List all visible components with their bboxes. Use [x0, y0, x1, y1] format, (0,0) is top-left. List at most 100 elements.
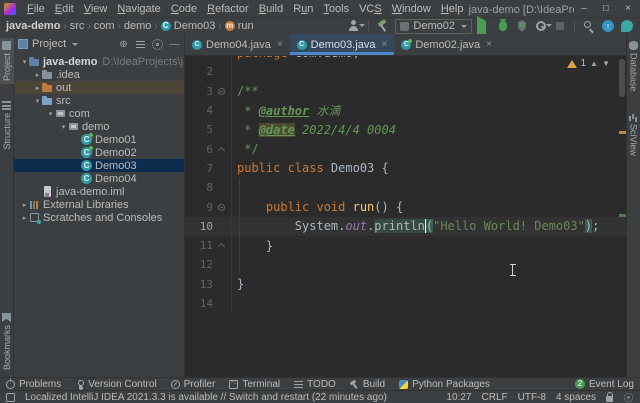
tree-row-demo01[interactable]: CDemo01 [14, 133, 184, 146]
maximize-button[interactable]: □ [596, 1, 616, 17]
indent-setting[interactable]: 4 spaces [556, 392, 596, 403]
tool-stripe-project[interactable]: Project [0, 38, 14, 84]
tool-stripe-sciview[interactable]: SciView [627, 109, 640, 159]
project-panel-title[interactable]: Project [32, 38, 66, 50]
menu-window[interactable]: Window [387, 3, 436, 15]
code-line-5[interactable]: 5 * @date 2022/4/4 0004 [185, 120, 626, 139]
readonly-lock-icon[interactable] [606, 396, 613, 402]
close-icon[interactable]: × [277, 39, 283, 50]
tree-chevron-icon[interactable]: ▾ [59, 123, 68, 131]
editor-content[interactable]: 1package com.demo;23/**4 * @author 水滴5 *… [185, 56, 626, 377]
tool-stripe-structure[interactable]: Structure [0, 98, 14, 153]
tree-row-demo04[interactable]: CDemo04 [14, 172, 184, 185]
status-message[interactable]: Localized IntelliJ IDEA 2021.3.3 is avai… [25, 392, 387, 403]
run-configuration-select[interactable]: Demo02 [395, 19, 472, 34]
profiler-button[interactable] [534, 19, 548, 33]
menu-navigate[interactable]: Navigate [112, 3, 165, 15]
code-line-2[interactable]: 2 [185, 62, 626, 81]
close-button[interactable]: × [618, 1, 638, 17]
tree-chevron-icon[interactable]: ▾ [20, 58, 29, 66]
tree-chevron-icon[interactable]: ▸ [20, 214, 29, 222]
tab-demo03-java[interactable]: CDemo03.java× [290, 34, 395, 55]
breadcrumb-item-com[interactable]: com [94, 20, 115, 32]
menu-code[interactable]: Code [166, 3, 202, 15]
code-line-13[interactable]: 13} [185, 275, 626, 294]
fold-marker-icon[interactable] [213, 204, 229, 211]
menu-file[interactable]: File [22, 3, 50, 15]
tree-chevron-icon[interactable]: ▸ [33, 84, 42, 92]
menu-run[interactable]: Run [288, 3, 318, 15]
minimize-button[interactable]: – [574, 1, 594, 17]
gear-icon[interactable] [152, 39, 163, 50]
toolwindow-version-control[interactable]: Version Control [75, 379, 156, 390]
error-stripe-identifier-mark[interactable] [619, 214, 626, 217]
tree-row-scratches-and-consoles[interactable]: ▸Scratches and Consoles [14, 211, 184, 224]
close-icon[interactable]: × [382, 39, 388, 50]
toolwindow-python-packages[interactable]: Python Packages [399, 379, 490, 390]
event-log-button[interactable]: 2 Event Log [575, 379, 634, 390]
code-line-9[interactable]: 9 public void run() { [185, 197, 626, 216]
tree-row-src[interactable]: ▾src [14, 94, 184, 107]
tree-row-idea[interactable]: ▸.idea [14, 68, 184, 81]
toolwindow-profiler[interactable]: Profiler [171, 379, 216, 390]
menu-view[interactable]: View [79, 3, 113, 15]
toolwindow-build[interactable]: Build [350, 379, 385, 390]
menu-tools[interactable]: Tools [318, 3, 354, 15]
breadcrumb-item-demo[interactable]: demo [124, 20, 152, 32]
fold-marker-icon[interactable] [213, 242, 229, 249]
code-line-14[interactable]: 14 [185, 294, 626, 313]
error-stripe-warning-mark[interactable] [619, 131, 626, 134]
inspection-widget[interactable]: 1 ▲ ▼ [567, 58, 610, 69]
next-warning-icon[interactable]: ▼ [602, 59, 610, 68]
settings-gear-icon[interactable] [624, 392, 633, 401]
update-available-icon[interactable]: ↑ [601, 19, 615, 33]
toolwindow-terminal[interactable]: Terminal [229, 379, 280, 390]
line-separator[interactable]: CRLF [482, 392, 508, 403]
fold-marker-icon[interactable] [213, 88, 229, 95]
code-line-10[interactable]: 10 System.out.println("Hello World! Demo… [185, 217, 626, 236]
toolwindow-todo[interactable]: TODO [294, 379, 336, 390]
tree-row-out[interactable]: ▸out [14, 81, 184, 94]
tree-chevron-icon[interactable]: ▸ [33, 71, 42, 79]
code-with-me-icon[interactable] [620, 19, 634, 33]
tree-row-java-demo-iml[interactable]: java-demo.iml [14, 185, 184, 198]
code-line-3[interactable]: 3/** [185, 82, 626, 101]
run-button[interactable] [477, 19, 491, 33]
tree-row-java-demo[interactable]: ▾java-demoD:\IdeaProjects\java-demo [14, 55, 184, 68]
tool-stripe-bookmarks[interactable]: Bookmarks [0, 310, 14, 373]
breadcrumb-item-src[interactable]: src [70, 20, 85, 32]
debug-button[interactable] [496, 19, 510, 33]
build-hammer-icon[interactable] [376, 19, 390, 33]
menu-help[interactable]: Help [436, 3, 469, 15]
hide-panel-icon[interactable]: — [169, 39, 180, 50]
close-icon[interactable]: × [486, 39, 492, 50]
menu-refactor[interactable]: Refactor [202, 3, 254, 15]
menu-build[interactable]: Build [254, 3, 288, 15]
chevron-down-icon[interactable] [72, 43, 78, 46]
breadcrumb-item-run[interactable]: mrun [225, 20, 254, 32]
menu-vcs[interactable]: VCS [354, 3, 387, 15]
intellij-logo-icon[interactable] [4, 3, 16, 15]
code-line-12[interactable]: 12 [185, 255, 626, 274]
code-line-6[interactable]: 6 */ [185, 139, 626, 158]
fold-marker-icon[interactable] [213, 146, 229, 153]
prev-warning-icon[interactable]: ▲ [590, 59, 598, 68]
editor-scrollbar[interactable] [619, 59, 625, 97]
search-everywhere-icon[interactable] [582, 19, 596, 33]
locate-file-icon[interactable]: ⊕ [118, 39, 129, 50]
menu-edit[interactable]: Edit [50, 3, 79, 15]
tool-stripe-database[interactable]: Database [627, 38, 640, 95]
coverage-button[interactable] [515, 19, 529, 33]
profile-icon[interactable] [347, 19, 361, 33]
tab-demo04-java[interactable]: CDemo04.java× [185, 34, 290, 55]
caret-position[interactable]: 10:27 [446, 392, 471, 403]
tree-row-external-libraries[interactable]: ▸External Libraries [14, 198, 184, 211]
code-line-4[interactable]: 4 * @author 水滴 [185, 101, 626, 120]
code-line-11[interactable]: 11 } [185, 236, 626, 255]
tab-demo02-java[interactable]: CDemo02.java× [394, 34, 499, 55]
tree-row-demo02[interactable]: CDemo02 [14, 146, 184, 159]
tree-chevron-icon[interactable]: ▸ [20, 201, 29, 209]
code-line-7[interactable]: 7public class Demo03 { [185, 159, 626, 178]
breadcrumb-item-demo03[interactable]: CDemo03 [161, 20, 216, 32]
file-encoding[interactable]: UTF-8 [518, 392, 546, 403]
